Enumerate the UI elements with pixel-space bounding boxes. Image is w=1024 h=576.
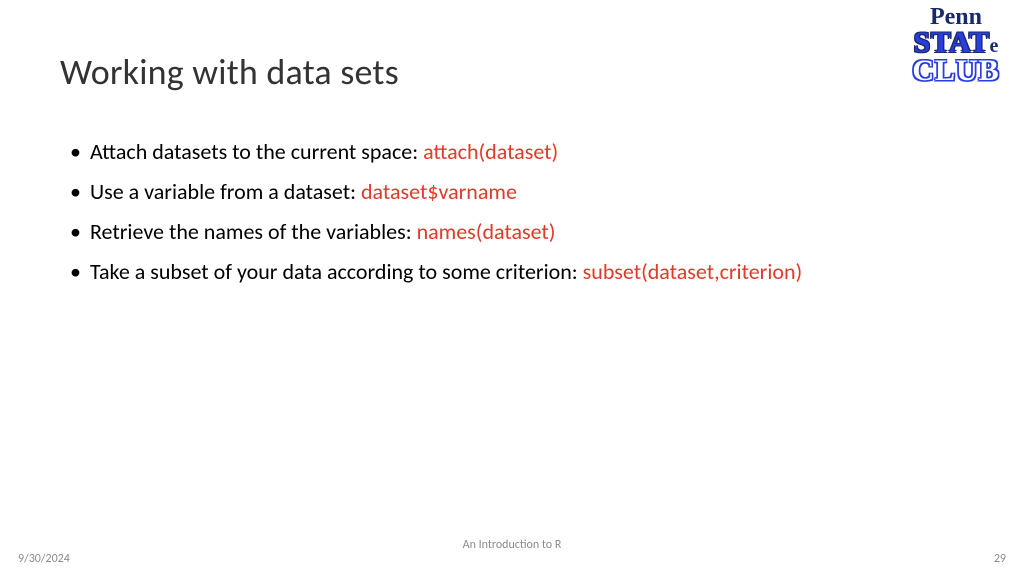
footer-date: 9/30/2024	[18, 552, 70, 566]
logo-line-2: STATe	[914, 29, 999, 58]
bullet-text: Use a variable from a dataset:	[90, 178, 361, 205]
bullet-text: Take a subset of your data according to …	[90, 258, 583, 285]
list-item: Retrieve the names of the variables: nam…	[70, 216, 964, 248]
bullet-text: Attach datasets to the current space:	[90, 138, 423, 165]
footer-title: An Introduction to R	[463, 538, 562, 552]
list-item: Take a subset of your data according to …	[70, 256, 964, 288]
logo-e: e	[990, 37, 999, 56]
bullet-code: subset(dataset,criterion)	[583, 258, 803, 285]
bullet-code: attach(dataset)	[423, 138, 558, 165]
bullet-code: dataset$varname	[361, 178, 517, 205]
logo-stat: STAT	[914, 29, 990, 58]
slide-footer: 9/30/2024 An Introduction to R 29	[0, 552, 1024, 566]
bullet-list: Attach datasets to the current space: at…	[60, 136, 964, 288]
footer-page-number: 29	[994, 552, 1006, 566]
bullet-text: Retrieve the names of the variables:	[90, 218, 417, 245]
list-item: Attach datasets to the current space: at…	[70, 136, 964, 168]
bullet-code: names(dataset)	[417, 218, 556, 245]
logo-line-3: CLUB	[896, 57, 1016, 86]
logo-penn-state-club: Penn STATe CLUB	[896, 6, 1016, 86]
slide: Penn STATe CLUB Working with data sets A…	[0, 0, 1024, 576]
list-item: Use a variable from a dataset: dataset$v…	[70, 176, 964, 208]
slide-title: Working with data sets	[60, 50, 964, 94]
